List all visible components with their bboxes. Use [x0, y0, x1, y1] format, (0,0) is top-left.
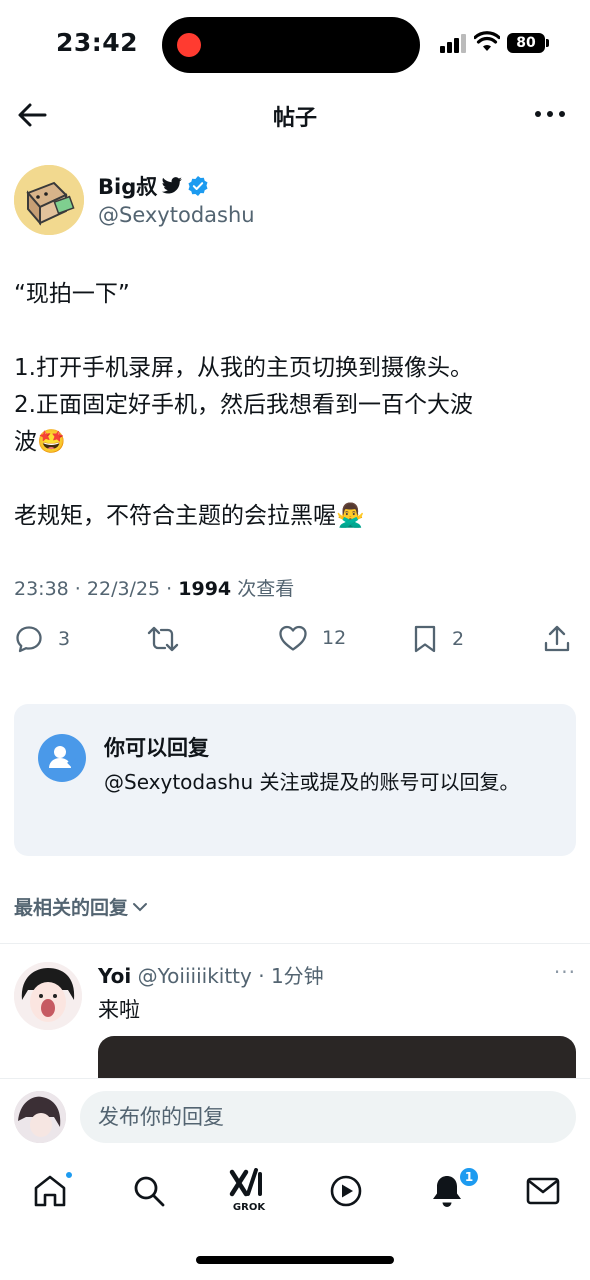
reply-icon	[16, 626, 42, 653]
tweet-actions: 3 12 2	[14, 624, 574, 664]
reply-avatar[interactable]	[14, 962, 82, 1030]
divider	[0, 943, 590, 944]
notification-badge: 1	[458, 1166, 480, 1188]
reply-button[interactable]: 3	[14, 624, 70, 654]
chevron-down-icon	[133, 902, 148, 911]
tweet-time: 23:38	[14, 578, 69, 600]
nav-home[interactable]	[31, 1170, 74, 1212]
bottom-nav: GROK 1	[0, 1154, 590, 1234]
mention-user-icon	[38, 734, 86, 782]
reply-sort-dropdown[interactable]: 最相关的回复	[14, 893, 148, 920]
reply-count: 3	[58, 628, 71, 650]
mail-icon	[526, 1177, 560, 1205]
compose-bar: 发布你的回复	[0, 1078, 590, 1154]
dynamic-island	[162, 17, 420, 73]
twitter-bird-icon	[161, 177, 183, 194]
like-count: 12	[322, 627, 347, 649]
author-name[interactable]: Big叔	[98, 171, 209, 201]
tweet-body: “现拍一下” 1.打开手机录屏，从我的主页切换到摄像头。 2.正面固定好手机，然…	[14, 276, 574, 535]
heart-icon	[279, 625, 307, 651]
tweet-line: 老规矩，不符合主题的会拉黑喔🙅‍♂️	[14, 503, 365, 529]
like-button[interactable]: 12	[278, 624, 346, 652]
bookmark-button[interactable]: 2	[412, 624, 464, 654]
page-title: 帖子	[272, 106, 317, 131]
retweet-icon	[147, 626, 179, 652]
reply-more-icon[interactable]: ···	[554, 960, 576, 984]
sort-label: 最相关的回复	[14, 897, 129, 919]
reply-card-text: @Sexytodashu 关注或提及的账号可以回复。	[104, 770, 520, 794]
reply-card-title: 你可以回复	[104, 736, 209, 760]
battery-icon: 80	[507, 33, 549, 53]
status-bar: 23:42 80	[0, 0, 590, 90]
author-avatar[interactable]	[14, 165, 84, 235]
author-handle[interactable]: @Sexytodashu	[98, 203, 255, 227]
home-icon	[34, 1175, 66, 1207]
reply-input[interactable]: 发布你的回复	[80, 1091, 576, 1143]
reply-item[interactable]: Yoi @Yoiiiiikitty · 1分钟 ··· 来啦	[14, 958, 576, 1096]
reply-author-name[interactable]: Yoi	[98, 964, 131, 988]
bookmark-count: 2	[452, 628, 465, 650]
tweet-line: 波🤩	[14, 429, 66, 455]
status-time: 23:42	[56, 28, 139, 57]
author-name-text: Big叔	[98, 175, 158, 199]
retweet-button[interactable]	[146, 624, 180, 654]
nav-search[interactable]	[130, 1172, 170, 1212]
cellular-signal-icon	[440, 33, 466, 53]
nav-messages[interactable]	[524, 1172, 564, 1212]
screen-recording-icon	[177, 33, 201, 57]
share-icon	[544, 625, 570, 652]
reply-author-handle[interactable]: @Yoiiiiikitty	[138, 964, 252, 988]
view-count: 1994	[178, 578, 232, 600]
tweet-line: 1.打开手机录屏，从我的主页切换到摄像头。	[14, 355, 473, 381]
play-icon	[330, 1175, 362, 1207]
nav-header: 帖子	[0, 90, 590, 140]
wifi-icon	[474, 31, 500, 51]
tweet-meta: 23:38 · 22/3/25 · 1994 次查看	[14, 578, 295, 600]
home-badge-dot	[64, 1170, 74, 1180]
tweet-date: 22/3/25	[86, 578, 161, 600]
tweet-line: 2.正面固定好手机，然后我想看到一百个大波	[14, 392, 473, 418]
grok-label: GROK	[232, 1202, 266, 1213]
user-avatar[interactable]	[14, 1091, 66, 1143]
reply-header: Yoi @Yoiiiiikitty · 1分钟	[98, 964, 324, 988]
nav-notifications[interactable]: 1	[428, 1166, 480, 1212]
share-button[interactable]	[542, 624, 572, 654]
bookmark-icon	[414, 625, 436, 653]
reply-restriction-card: 你可以回复 @Sexytodashu 关注或提及的账号可以回复。	[14, 704, 576, 856]
reply-text: 来啦	[98, 998, 140, 1022]
tweet-line: “现拍一下”	[14, 281, 130, 307]
grok-icon	[229, 1168, 262, 1197]
views-label: 次查看	[237, 578, 295, 600]
nav-video[interactable]	[327, 1172, 367, 1212]
search-icon	[134, 1176, 165, 1207]
more-options-icon[interactable]	[532, 102, 568, 126]
nav-grok[interactable]: GROK	[226, 1168, 272, 1213]
reply-time: 1分钟	[270, 964, 324, 988]
verified-badge-icon	[188, 176, 208, 196]
home-indicator	[196, 1256, 394, 1264]
tweet-author: Big叔 @Sexytodashu	[14, 163, 574, 243]
